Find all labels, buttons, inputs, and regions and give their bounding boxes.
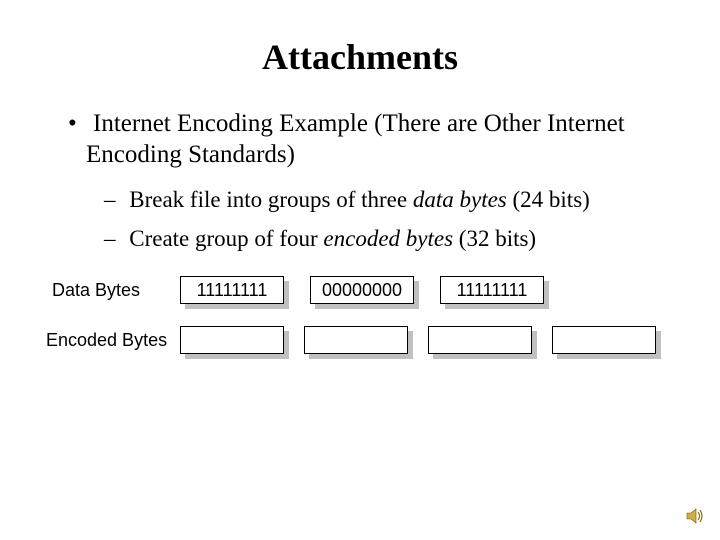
- bullet-level2-a: Break file into groups of three data byt…: [92, 185, 674, 215]
- bullet-level2-b: Create group of four encoded bytes (32 b…: [92, 224, 674, 254]
- data-byte-value: 00000000: [310, 276, 414, 304]
- bullet-l2b-em: encoded bytes: [323, 226, 453, 251]
- data-bytes-label: Data Bytes: [46, 280, 180, 301]
- data-byte-box: 11111111: [440, 276, 544, 304]
- data-bytes-boxes: 11111111 00000000 11111111: [180, 276, 544, 304]
- bullet-l2b-post: (32 bits): [453, 226, 536, 251]
- encoded-byte-box: [304, 326, 408, 354]
- bullet-level1-text: Internet Encoding Example (There are Oth…: [86, 110, 625, 168]
- bullet-l2a-pre: Break file into groups of three: [129, 187, 413, 212]
- encoded-byte-box: [428, 326, 532, 354]
- encoded-byte-box: [180, 326, 284, 354]
- data-bytes-row: Data Bytes 11111111 00000000 11111111: [46, 276, 674, 304]
- encoded-byte-value: [552, 326, 656, 354]
- encoded-bytes-row: Encoded Bytes: [46, 326, 674, 354]
- speaker-icon[interactable]: [686, 506, 706, 526]
- encoded-byte-box: [552, 326, 656, 354]
- slide: Attachments Internet Encoding Example (T…: [0, 0, 720, 540]
- encoded-bytes-boxes: [180, 326, 656, 354]
- data-byte-value: 11111111: [440, 276, 544, 304]
- bullet-l2a-post: (24 bits): [507, 187, 590, 212]
- data-byte-value: 11111111: [180, 276, 284, 304]
- encoded-byte-value: [180, 326, 284, 354]
- bullet-level1: Internet Encoding Example (There are Oth…: [52, 108, 674, 171]
- slide-title: Attachments: [46, 36, 674, 78]
- bullet-l2a-em: data bytes: [413, 187, 507, 212]
- data-byte-box: 00000000: [310, 276, 414, 304]
- encoded-byte-value: [428, 326, 532, 354]
- bullet-l2b-pre: Create group of four: [129, 226, 323, 251]
- encoded-byte-value: [304, 326, 408, 354]
- data-byte-box: 11111111: [180, 276, 284, 304]
- encoded-bytes-label: Encoded Bytes: [46, 330, 180, 351]
